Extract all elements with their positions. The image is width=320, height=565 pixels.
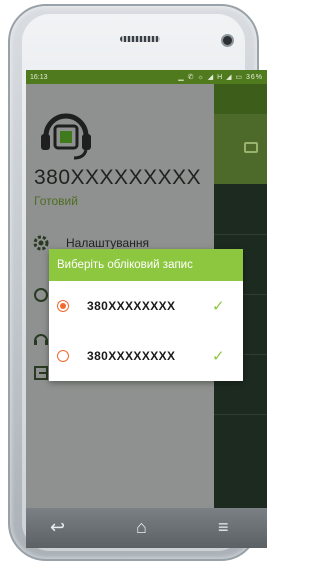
app-tab-bar — [214, 114, 267, 184]
drawer-item-4[interactable] — [32, 360, 50, 386]
status-icons: ▁ ✆ ☼ ◢ H ◢ ▭ 36% — [178, 74, 263, 81]
headset-logo-icon — [38, 106, 94, 167]
account-status: Готовий — [34, 194, 78, 208]
back-icon[interactable]: ↩ — [50, 518, 65, 536]
account-option[interactable]: 380XXXXXXXX ✓ — [49, 281, 243, 331]
radio-dot — [60, 303, 66, 309]
menu-icon[interactable]: ≡ — [218, 518, 229, 536]
headset-small-icon — [34, 334, 48, 345]
android-nav-bar: ↩ ⌂ ≡ — [26, 508, 267, 548]
chat-icon — [244, 142, 258, 153]
exit-icon — [34, 366, 48, 380]
circle-icon — [34, 288, 48, 302]
radio-button[interactable] — [57, 350, 69, 362]
account-number: 380XXXXXXXXX — [34, 166, 202, 189]
drawer-item-label: Налаштування — [66, 236, 149, 250]
status-time: 16:13 — [30, 73, 48, 81]
app-toolbar — [214, 84, 267, 114]
dialog-title: Виберіть обліковий запис — [49, 249, 243, 281]
speaker-grille — [120, 36, 160, 42]
radio-button-selected[interactable] — [57, 300, 69, 312]
account-chooser-dialog: Виберіть обліковий запис 380XXXXXXXX ✓ 3… — [49, 249, 243, 381]
gear-icon — [33, 235, 49, 251]
drawer-item-2[interactable] — [32, 282, 50, 308]
phone-screen: 16:13 ▁ ✆ ☼ ◢ H ◢ ▭ 36% 380XXXXXXXXX Гот… — [26, 70, 267, 508]
account-option-number: 380XXXXXXXX — [87, 299, 176, 313]
list-divider — [214, 234, 267, 235]
list-divider — [214, 414, 267, 415]
check-icon: ✓ — [212, 298, 225, 315]
account-option-number: 380XXXXXXXX — [87, 349, 176, 363]
home-icon[interactable]: ⌂ — [136, 518, 147, 536]
status-bar: 16:13 ▁ ✆ ☼ ◢ H ◢ ▭ 36% — [26, 70, 267, 84]
check-icon: ✓ — [212, 348, 225, 365]
drawer-item-3[interactable] — [32, 326, 50, 352]
front-camera — [221, 34, 234, 47]
account-option[interactable]: 380XXXXXXXX ✓ — [49, 331, 243, 381]
